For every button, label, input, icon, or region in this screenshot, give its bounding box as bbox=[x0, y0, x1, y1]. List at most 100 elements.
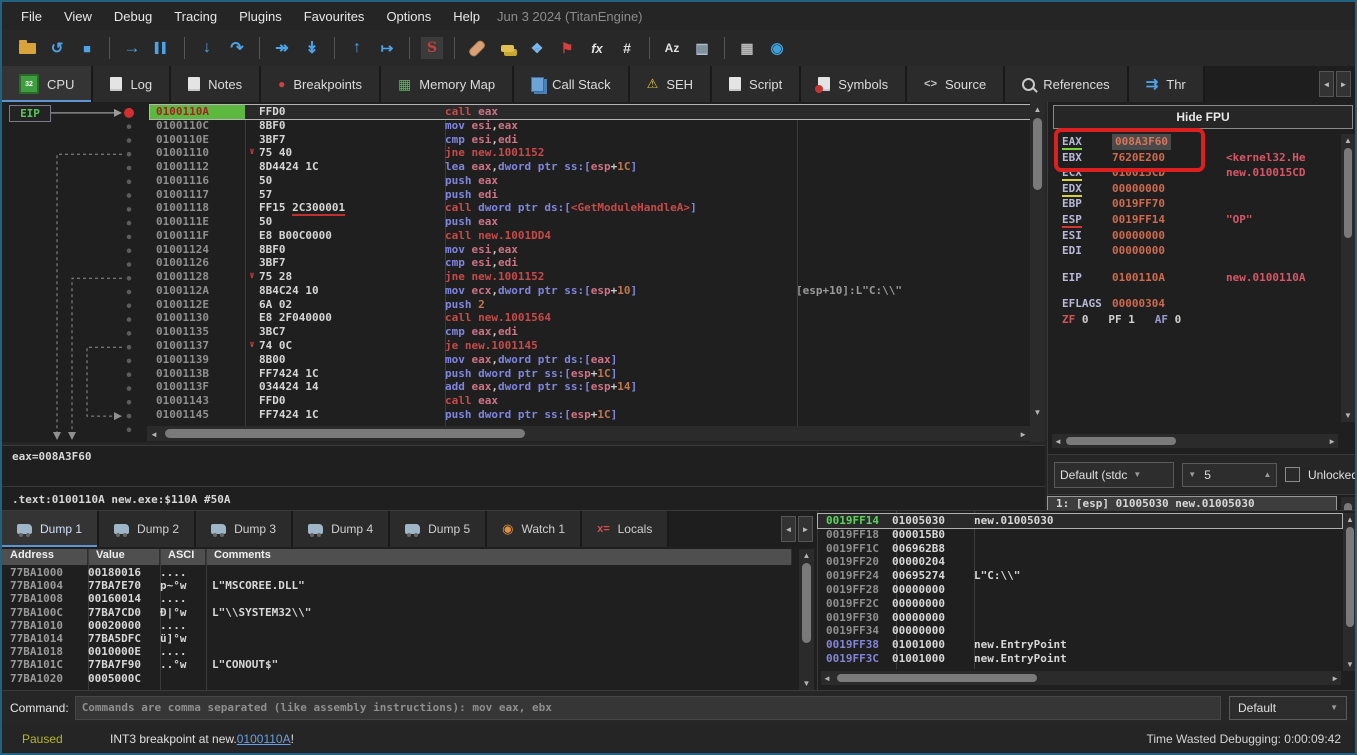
register-value[interactable]: 00000000 bbox=[1112, 243, 1165, 259]
step-over-icon[interactable]: ↷ bbox=[222, 35, 252, 61]
stack-hscrollbar[interactable]: ◄ ► bbox=[821, 671, 1341, 685]
disasm-row[interactable]: 01001130E8 2F040000call new.1001564 bbox=[150, 311, 1030, 325]
restart-icon[interactable]: ↺ bbox=[42, 35, 72, 61]
flag-pf[interactable]: PF bbox=[1108, 312, 1121, 328]
disasm-hscrollbar[interactable]: ◄ ► bbox=[147, 426, 1030, 441]
pause-icon[interactable]: ▌▌ bbox=[147, 35, 177, 61]
register-value[interactable]: 0019FF70 bbox=[1112, 196, 1165, 212]
dump-scroll-left-icon[interactable]: ◄ bbox=[781, 516, 796, 542]
scroll-thumb[interactable] bbox=[837, 674, 1037, 682]
stack-row[interactable]: 0019FF3801001000new.EntryPoint bbox=[818, 638, 1342, 652]
menu-debug[interactable]: Debug bbox=[103, 6, 163, 27]
trace-over-icon[interactable]: ↡ bbox=[297, 35, 327, 61]
status-address-link[interactable]: 0100110A bbox=[237, 732, 291, 746]
dump-tab-locals[interactable]: x=Locals bbox=[582, 511, 669, 547]
tab-log[interactable]: Log bbox=[93, 66, 171, 102]
tab-notes[interactable]: Notes bbox=[171, 66, 261, 102]
tab-script[interactable]: Script bbox=[712, 66, 801, 102]
register-value[interactable]: 0019FF14 bbox=[1112, 212, 1165, 228]
unlocked-checkbox[interactable] bbox=[1285, 467, 1300, 482]
register-row-eflags[interactable]: EFLAGS00000304 bbox=[1048, 296, 1338, 312]
scroll-down-arrow[interactable]: ▼ bbox=[1030, 408, 1045, 417]
dump-tab-dump1[interactable]: Dump 1 bbox=[2, 511, 99, 547]
dump-tab-dump5[interactable]: Dump 5 bbox=[390, 511, 487, 547]
stack-row[interactable]: 0019FF3400000000 bbox=[818, 624, 1342, 638]
disasm-row[interactable]: 0100111650push eax bbox=[150, 174, 1030, 188]
command-input[interactable] bbox=[75, 696, 1221, 720]
hide-fpu-button[interactable]: Hide FPU bbox=[1053, 105, 1353, 129]
dump-row[interactable]: 77BA10180010000E.... bbox=[2, 645, 792, 658]
scroll-left-arrow[interactable]: ◄ bbox=[823, 674, 831, 683]
label-tags-icon[interactable]: ❖ bbox=[522, 35, 552, 61]
dump-header-asci[interactable]: ASCI bbox=[160, 549, 206, 565]
patch-bandage-icon[interactable] bbox=[462, 35, 492, 61]
comment-bubbles-icon[interactable] bbox=[492, 35, 522, 61]
dump-header-comments[interactable]: Comments bbox=[206, 549, 792, 565]
tab-threads[interactable]: ⇉Thr bbox=[1129, 66, 1205, 102]
disasm-row[interactable]: 010011128D4424 1Clea eax,dword ptr ss:[e… bbox=[150, 160, 1030, 174]
execute-till-return-icon[interactable]: ↑ bbox=[342, 35, 372, 61]
register-row-edx[interactable]: EDX00000000 bbox=[1048, 181, 1338, 197]
tab-cpu[interactable]: 32CPU bbox=[2, 66, 93, 102]
disasm-row[interactable]: 0100110C8BF0mov esi,eax bbox=[150, 119, 1030, 133]
stack-row[interactable]: 0019FF1401005030new.01005030 bbox=[818, 514, 1342, 528]
disasm-row[interactable]: 01001145FF7424 1Cpush dword ptr ss:[esp+… bbox=[150, 408, 1030, 422]
disasm-row[interactable]: 0100112A8B4C24 10mov ecx,dword ptr ss:[e… bbox=[150, 284, 1030, 298]
disasm-row[interactable]: 010011263BF7cmp esi,edi bbox=[150, 256, 1030, 270]
scroll-up-arrow[interactable]: ▲ bbox=[799, 551, 814, 560]
scroll-thumb[interactable] bbox=[1346, 527, 1354, 627]
register-value[interactable]: 0100110A bbox=[1112, 270, 1165, 286]
bookmark-icon[interactable]: ⚑ bbox=[552, 35, 582, 61]
disasm-row[interactable]: 0100113BFF7424 1Cpush dword ptr ss:[esp+… bbox=[150, 367, 1030, 381]
tab-symbols[interactable]: Symbols bbox=[801, 66, 907, 102]
dump-tab-dump2[interactable]: Dump 2 bbox=[99, 511, 196, 547]
menu-plugins[interactable]: Plugins bbox=[228, 6, 293, 27]
menu-options[interactable]: Options bbox=[375, 6, 442, 27]
flag-zf[interactable]: ZF bbox=[1062, 312, 1075, 328]
fx-icon[interactable]: fx bbox=[582, 35, 612, 61]
run-to-user-code-icon[interactable]: ↦ bbox=[372, 35, 402, 61]
tab-memory-map[interactable]: ▦Memory Map bbox=[381, 66, 514, 102]
font-case-icon[interactable]: Az bbox=[657, 35, 687, 61]
tab-seh[interactable]: ⚠SEH bbox=[630, 66, 712, 102]
tab-call-stack[interactable]: Call Stack bbox=[514, 66, 630, 102]
stack-row[interactable]: 0019FF18000015B0 bbox=[818, 528, 1342, 542]
register-row-edi[interactable]: EDI00000000 bbox=[1048, 243, 1338, 259]
disasm-row[interactable]: 0100111FE8 B00C0000call new.1001DD4 bbox=[150, 229, 1030, 243]
menu-tracing[interactable]: Tracing bbox=[163, 6, 228, 27]
scroll-thumb[interactable] bbox=[1033, 118, 1042, 190]
dump-row[interactable]: 77BA10200005000C bbox=[2, 672, 792, 685]
disasm-row[interactable]: 0100110E3BF7cmp esi,edi bbox=[150, 133, 1030, 147]
flag-af[interactable]: AF bbox=[1155, 312, 1168, 328]
scroll-right-arrow[interactable]: ► bbox=[1328, 437, 1336, 446]
stack-row[interactable]: 0019FF3000000000 bbox=[818, 611, 1342, 625]
dump-header-value[interactable]: Value bbox=[88, 549, 160, 565]
globe-icon[interactable]: ◉ bbox=[762, 35, 792, 61]
tabs-scroll-right-icon[interactable]: ► bbox=[1336, 71, 1351, 97]
disasm-row[interactable]: 0100112E6A 02push 2 bbox=[150, 298, 1030, 312]
dump-row[interactable]: 77BA100477BA7E70p~°wL"MSCOREE.DLL" bbox=[2, 579, 792, 592]
open-folder-icon[interactable] bbox=[12, 35, 42, 61]
disasm-row[interactable]: 010011353BC7cmp eax,edi bbox=[150, 325, 1030, 339]
stack-panel[interactable]: 0019FF1401005030new.010050300019FF180000… bbox=[817, 510, 1357, 690]
tab-source[interactable]: <>Source bbox=[907, 66, 1005, 102]
scroll-thumb[interactable] bbox=[1344, 148, 1352, 238]
tab-breakpoints[interactable]: ●Breakpoints bbox=[261, 66, 381, 102]
menu-help[interactable]: Help bbox=[442, 6, 491, 27]
menu-favourites[interactable]: Favourites bbox=[293, 6, 376, 27]
tab-references[interactable]: References bbox=[1005, 66, 1128, 102]
disassembly-panel[interactable]: EIP 0100110AFFD0call eax0100110C8BF0mov … bbox=[2, 102, 1045, 442]
scroll-right-arrow[interactable]: ► bbox=[1019, 430, 1027, 439]
argument-row[interactable]: 1: [esp] 01005030 new.01005030 bbox=[1048, 497, 1336, 511]
stop-icon[interactable]: ■ bbox=[72, 35, 102, 61]
scroll-thumb[interactable] bbox=[802, 563, 811, 643]
hash-icon[interactable]: # bbox=[612, 35, 642, 61]
stack-row[interactable]: 0019FF2000000204 bbox=[818, 555, 1342, 569]
stack-row[interactable]: 0019FF2800000000 bbox=[818, 583, 1342, 597]
trace-into-icon[interactable]: ↠ bbox=[267, 35, 297, 61]
tabs-scroll-left-icon[interactable]: ◄ bbox=[1319, 71, 1334, 97]
dump-panel[interactable]: Dump 1Dump 2Dump 3Dump 4Dump 5◉Watch 1x=… bbox=[2, 510, 817, 691]
dump-row[interactable]: 77BA101C77BA7F90..°wL"CONOUT$" bbox=[2, 658, 792, 671]
register-row-eip[interactable]: EIP0100110Anew.0100110A bbox=[1048, 270, 1338, 286]
registers-panel[interactable]: Hide FPU EAX008A3F60EBX7620E200<kernel32… bbox=[1047, 102, 1357, 510]
